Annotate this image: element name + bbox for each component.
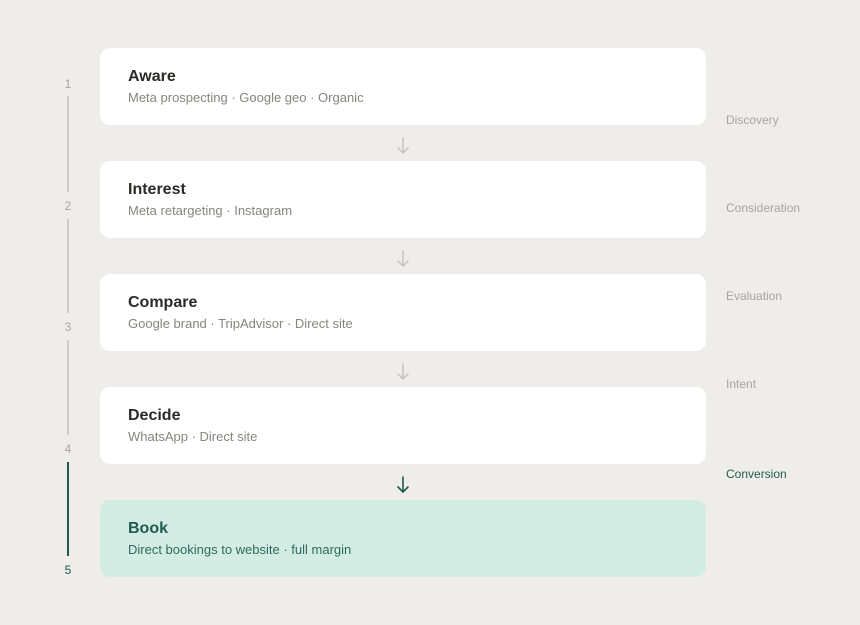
step-title: Aware — [128, 68, 176, 85]
step-title: Decide — [128, 407, 181, 424]
down-arrow-icon — [397, 137, 409, 154]
step-channels: Direct bookings to website · full margin — [128, 542, 352, 557]
down-arrow-icon-active — [397, 476, 409, 493]
funnel-step-card-aware: Aware Meta prospecting · Google geo · Or… — [100, 48, 706, 125]
stage-label-intent: Intent — [726, 377, 757, 391]
step-channels: Meta retargeting · Instagram — [128, 203, 293, 218]
step-title: Interest — [128, 181, 186, 198]
step-number-2: 2 — [64, 199, 72, 213]
progress-rail-segment — [67, 340, 69, 435]
step-channels: Google brand · TripAdvisor · Direct site — [128, 316, 353, 331]
stage-label-consideration: Consideration — [726, 201, 801, 215]
stage-label-evaluation: Evaluation — [726, 289, 783, 303]
progress-rail-segment — [67, 96, 69, 192]
stage-label-conversion: Conversion — [726, 467, 787, 481]
funnel-step-card-interest: Interest Meta retargeting · Instagram — [100, 161, 706, 238]
step-number-4: 4 — [64, 442, 72, 456]
step-title: Book — [128, 520, 168, 537]
step-title: Compare — [128, 294, 198, 311]
funnel-step-card-book: Book Direct bookings to website · full m… — [100, 500, 706, 577]
funnel-step-card-compare: Compare Google brand · TripAdvisor · Dir… — [100, 274, 706, 351]
down-arrow-icon — [397, 363, 409, 380]
step-channels: Meta prospecting · Google geo · Organic — [128, 90, 364, 105]
funnel-step-card-decide: Decide WhatsApp · Direct site — [100, 387, 706, 464]
step-number-1: 1 — [64, 77, 72, 91]
step-channels: WhatsApp · Direct site — [128, 429, 258, 444]
progress-rail-segment-active — [67, 462, 69, 556]
step-number-3: 3 — [64, 320, 72, 334]
progress-rail-segment — [67, 219, 69, 313]
stage-label-discovery: Discovery — [726, 113, 779, 127]
down-arrow-icon — [397, 250, 409, 267]
step-number-5: 5 — [64, 563, 72, 577]
